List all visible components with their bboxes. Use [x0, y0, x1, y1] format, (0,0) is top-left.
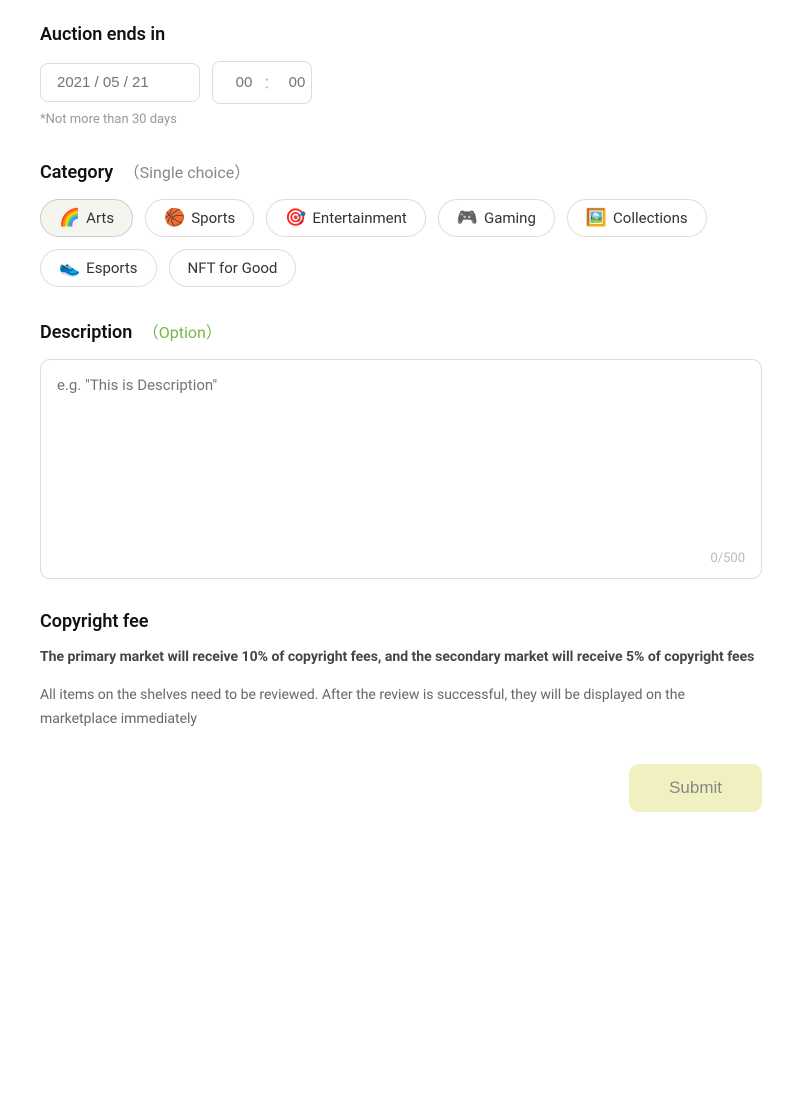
auction-hour-input[interactable] — [229, 74, 259, 91]
copyright-title: Copyright fee — [40, 611, 762, 632]
category-tag-collections[interactable]: 🖼️ Collections — [567, 199, 707, 237]
tag-label-collections: Collections — [613, 209, 688, 227]
tag-emoji-collections: 🖼️ — [586, 208, 607, 228]
category-tag-sports[interactable]: 🏀 Sports — [145, 199, 254, 237]
category-tag-nft-for-good[interactable]: NFT for Good — [169, 249, 297, 287]
tag-emoji-entertainment: 🎯 — [285, 208, 306, 228]
tag-emoji-esports: 👟 — [59, 258, 80, 278]
tag-label-nft-for-good: NFT for Good — [188, 259, 278, 277]
category-tag-arts[interactable]: 🌈 Arts — [40, 199, 133, 237]
description-box: 0/500 — [40, 359, 762, 579]
tag-emoji-gaming: 🎮 — [457, 208, 478, 228]
submit-row: Submit — [40, 764, 762, 812]
description-title: Description （Option） — [40, 319, 762, 343]
description-subtitle: （Option） — [143, 323, 222, 342]
description-section: Description （Option） 0/500 — [40, 319, 762, 579]
tag-label-arts: Arts — [86, 209, 114, 227]
tag-emoji-sports: 🏀 — [164, 208, 185, 228]
tag-emoji-arts: 🌈 — [59, 208, 80, 228]
auction-title: Auction ends in — [40, 24, 762, 45]
auction-date-input[interactable] — [40, 63, 200, 102]
auction-hint: *Not more than 30 days — [40, 112, 762, 127]
tag-label-gaming: Gaming — [484, 209, 536, 227]
category-title-text: Category — [40, 162, 113, 183]
category-section: Category （Single choice） 🌈 Arts 🏀 Sports 🎯 En… — [40, 159, 762, 287]
copyright-section: Copyright fee The primary market will re… — [40, 611, 762, 732]
tag-label-entertainment: Entertainment — [312, 209, 406, 227]
category-title: Category （Single choice） — [40, 159, 762, 183]
description-title-text: Description — [40, 322, 132, 343]
auction-inputs-row: ： — [40, 61, 762, 104]
auction-time-wrapper: ： — [212, 61, 312, 104]
submit-button[interactable]: Submit — [629, 764, 762, 812]
tag-label-sports: Sports — [191, 209, 235, 227]
category-tag-gaming[interactable]: 🎮 Gaming — [438, 199, 555, 237]
char-count: 0/500 — [710, 551, 745, 566]
copyright-bold-text: The primary market will receive 10% of c… — [40, 646, 762, 668]
time-colon: ： — [263, 72, 278, 93]
description-textarea[interactable] — [57, 376, 745, 556]
category-tags-container: 🌈 Arts 🏀 Sports 🎯 Entertainment 🎮 Gaming 🖼️ Colle… — [40, 199, 762, 287]
copyright-normal-text: All items on the shelves need to be revi… — [40, 684, 762, 732]
category-tag-esports[interactable]: 👟 Esports — [40, 249, 157, 287]
tag-label-esports: Esports — [86, 259, 137, 277]
auction-minute-input[interactable] — [282, 74, 312, 91]
category-tag-entertainment[interactable]: 🎯 Entertainment — [266, 199, 426, 237]
auction-section: Auction ends in ： *Not more than 30 days — [40, 24, 762, 127]
auction-title-text: Auction ends in — [40, 24, 165, 45]
category-subtitle: （Single choice） — [124, 163, 251, 182]
